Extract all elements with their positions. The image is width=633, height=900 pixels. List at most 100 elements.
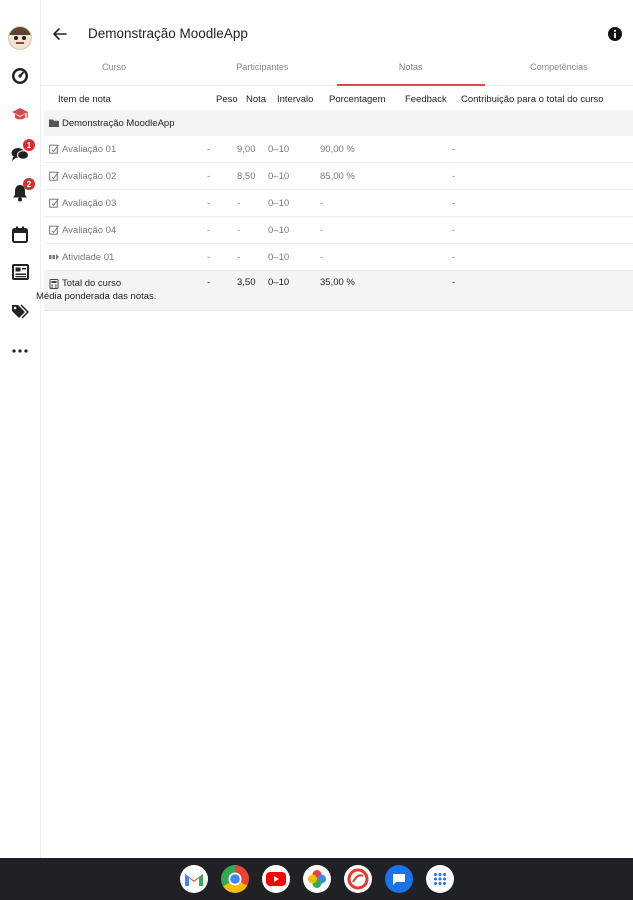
col-header-item: Item de nota: [58, 93, 111, 105]
system-shelf: [0, 858, 633, 900]
total-subtitle: Média ponderada das notas.: [36, 291, 157, 302]
left-navigation-rail: 1 2: [0, 0, 41, 858]
graduation-cap-icon: [12, 108, 28, 120]
total-nota: 3,50: [237, 277, 256, 288]
grades-table: Item de nota Peso Nota Intervalo Porcent…: [36, 88, 633, 311]
shelf-chrome[interactable]: [220, 865, 249, 893]
col-header-porcentagem: Porcentagem: [329, 93, 386, 105]
rail-courses[interactable]: [7, 102, 33, 128]
messages-badge: 1: [23, 139, 35, 151]
grade-intervalo: 0–10: [268, 224, 290, 236]
assignment-icon: [49, 171, 59, 181]
rail-calendar[interactable]: [7, 221, 33, 247]
total-contribuicao: -: [452, 277, 456, 288]
messages-app-icon: [392, 874, 405, 885]
info-icon[interactable]: [607, 26, 623, 42]
table-row[interactable]: Avaliação 04 - - 0–10 - -: [44, 217, 633, 244]
assignment-icon: [49, 198, 59, 208]
app-launcher-icon: [433, 873, 446, 885]
table-row[interactable]: Avaliação 03 - - 0–10 - -: [44, 190, 633, 217]
tab-competencias[interactable]: Competências: [485, 56, 633, 85]
tags-icon: [12, 304, 29, 319]
grade-intervalo: 0–10: [268, 170, 290, 182]
total-porcentagem: 35,00 %: [320, 277, 355, 288]
grade-item-name: Avaliação 03: [62, 197, 117, 209]
grade-intervalo: 0–10: [268, 143, 290, 155]
grade-peso: -: [207, 143, 211, 155]
total-item-name: Total do curso: [62, 278, 122, 289]
course-total-row[interactable]: Total do curso Média ponderada das notas…: [36, 271, 633, 311]
grade-porcentagem: -: [320, 251, 324, 263]
grade-item-name: Avaliação 04: [62, 224, 117, 236]
rail-news[interactable]: [7, 259, 33, 285]
grade-porcentagem: -: [320, 224, 324, 236]
notifications-badge: 2: [23, 178, 35, 190]
table-row[interactable]: Avaliação 02 - 8,50 0–10 85,00 % -: [44, 163, 633, 190]
grade-intervalo: 0–10: [268, 197, 290, 209]
calendar-icon: [12, 226, 28, 243]
rail-dashboard[interactable]: [7, 63, 33, 89]
table-header-row: Item de nota Peso Nota Intervalo Porcent…: [44, 88, 633, 110]
avatar: [8, 26, 32, 50]
grade-nota: -: [237, 224, 241, 236]
shelf-moodle[interactable]: [343, 865, 372, 893]
col-header-intervalo: Intervalo: [277, 93, 314, 105]
tab-notas[interactable]: Notas: [336, 56, 486, 86]
grade-porcentagem: 85,00 %: [320, 170, 355, 182]
gmail-icon: [184, 873, 203, 886]
grade-nota: -: [237, 197, 241, 209]
page-title: Demonstração MoodleApp: [88, 26, 248, 41]
tab-participantes[interactable]: Participantes: [188, 56, 336, 85]
total-peso: -: [207, 277, 211, 288]
table-row[interactable]: Avaliação 01 - 9,00 0–10 90,00 % -: [44, 136, 633, 163]
shelf-launcher[interactable]: [425, 865, 454, 893]
shelf-youtube[interactable]: [261, 865, 290, 893]
youtube-icon: [265, 872, 286, 886]
col-header-nota: Nota: [246, 93, 267, 105]
grade-peso: -: [207, 170, 211, 182]
folder-icon: [49, 119, 59, 127]
grade-contribuicao: -: [452, 251, 456, 263]
course-tabs: Curso Participantes Notas Competências: [40, 56, 633, 86]
rail-tags[interactable]: [7, 298, 33, 324]
grade-intervalo: 0–10: [268, 251, 290, 263]
more-icon: [12, 349, 28, 353]
grade-nota: -: [237, 251, 241, 263]
assignment-icon: [49, 144, 59, 154]
user-avatar[interactable]: [7, 25, 33, 51]
grade-contribuicao: -: [452, 224, 456, 236]
category-name: Demonstração MoodleApp: [62, 117, 175, 129]
grade-contribuicao: -: [452, 197, 456, 209]
total-intervalo: 0–10: [268, 277, 290, 288]
grade-peso: -: [207, 197, 211, 209]
shelf-messages[interactable]: [384, 865, 413, 893]
tab-curso[interactable]: Curso: [40, 56, 188, 85]
rail-more[interactable]: [7, 338, 33, 364]
table-row[interactable]: Atividade 01 - - 0–10 - -: [44, 244, 633, 271]
grade-item-name: Atividade 01: [62, 251, 115, 263]
grade-peso: -: [207, 251, 211, 263]
news-icon: [11, 264, 29, 280]
grade-contribuicao: -: [452, 170, 456, 182]
chrome-icon: [228, 872, 241, 886]
grade-peso: -: [207, 224, 211, 236]
category-row: Demonstração MoodleApp: [44, 110, 633, 136]
shelf-photos[interactable]: [302, 865, 331, 893]
grade-porcentagem: 90,00 %: [320, 143, 355, 155]
col-header-peso: Peso: [216, 93, 238, 105]
grade-nota: 8,50: [237, 170, 256, 182]
grade-item-name: Avaliação 01: [62, 143, 117, 155]
activity-icon: [49, 254, 59, 260]
calculator-icon: [49, 278, 59, 289]
photos-icon: [307, 870, 326, 888]
shelf-gmail[interactable]: [179, 865, 208, 893]
grade-nota: 9,00: [237, 143, 256, 155]
rail-notifications[interactable]: 2: [7, 178, 35, 206]
col-header-contribuicao: Contribuição para o total do curso: [461, 93, 604, 105]
col-header-feedback: Feedback: [405, 93, 447, 105]
back-arrow-icon[interactable]: [50, 24, 70, 44]
grade-item-name: Avaliação 02: [62, 170, 117, 182]
rail-messages[interactable]: 1: [7, 139, 35, 167]
grade-porcentagem: -: [320, 197, 324, 209]
moodle-app-icon: [347, 868, 368, 890]
